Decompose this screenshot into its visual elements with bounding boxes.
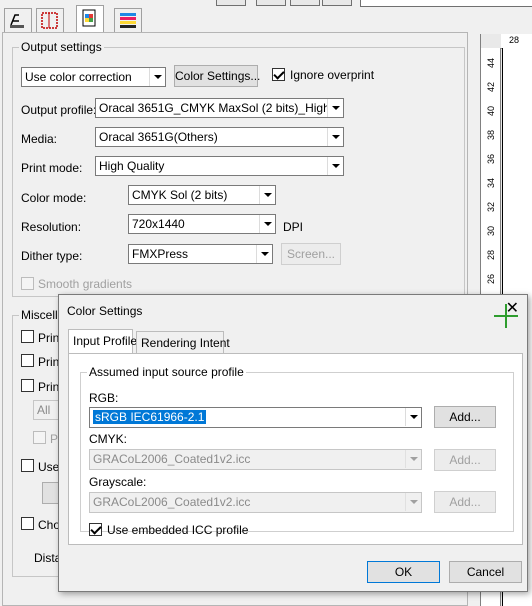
misc-print-checkbox-2[interactable] bbox=[21, 354, 34, 367]
top-right-field bbox=[360, 0, 532, 7]
ruler-label: 44 bbox=[486, 58, 496, 69]
color-management-icon bbox=[82, 9, 96, 27]
toolbar-button-3[interactable] bbox=[290, 0, 320, 6]
tab-rendering-intent[interactable]: Rendering Intent bbox=[136, 331, 230, 353]
print-mode-select[interactable]: High Quality bbox=[95, 156, 344, 176]
resolution-unit: DPI bbox=[283, 220, 304, 234]
ruler-label: 30 bbox=[486, 226, 496, 237]
smooth-gradients-label: Smooth gradients bbox=[38, 277, 133, 291]
cmyk-profile-select[interactable]: GRACoL2006_Coated1v2.icc bbox=[89, 449, 422, 470]
misc-use-checkbox[interactable] bbox=[21, 459, 34, 472]
cmyk-add-button[interactable]: Add... bbox=[434, 449, 496, 471]
misc-p-label: P bbox=[50, 432, 59, 446]
cmyk-label: CMYK: bbox=[89, 432, 128, 446]
printer-settings-icon bbox=[10, 14, 24, 28]
misc-p-checkbox[interactable] bbox=[33, 431, 46, 444]
screen-button[interactable]: Screen... bbox=[281, 243, 341, 265]
toolbar-button-2[interactable] bbox=[256, 0, 286, 6]
move-cursor-icon bbox=[494, 304, 518, 328]
ruler-label: 40 bbox=[486, 106, 496, 117]
color-correction-value: Use color correction bbox=[25, 70, 132, 84]
rgb-add-button[interactable]: Add... bbox=[434, 406, 496, 428]
output-profile-label: Output profile: bbox=[21, 103, 97, 117]
layout-grid-icon bbox=[41, 12, 58, 29]
chevron-down-icon bbox=[327, 157, 343, 175]
grayscale-add-button[interactable]: Add... bbox=[434, 491, 496, 513]
chevron-down-icon bbox=[149, 68, 165, 86]
input-profile-page: Assumed input source profile RGB: sRGB I… bbox=[68, 353, 523, 545]
misc-chol-checkbox[interactable] bbox=[21, 517, 34, 530]
chevron-down-icon bbox=[327, 99, 343, 117]
grayscale-profile-select[interactable]: GRACoL2006_Coated1v2.icc bbox=[89, 492, 422, 513]
resolution-value: 720x1440 bbox=[132, 217, 185, 231]
dialog-title: Color Settings bbox=[67, 304, 143, 318]
output-profile-select[interactable]: Oracal 3651G_CMYK MaxSol (2 bits)_High Q… bbox=[95, 98, 344, 118]
dither-type-value: FMXPress bbox=[132, 247, 189, 261]
chevron-down-icon bbox=[259, 215, 275, 233]
dither-type-label: Dither type: bbox=[21, 249, 83, 263]
toolbar-button-1[interactable] bbox=[216, 0, 246, 6]
tab-printer-settings[interactable] bbox=[4, 8, 32, 32]
ruler-label: 36 bbox=[486, 154, 496, 165]
chevron-down-icon bbox=[256, 245, 272, 263]
use-embedded-icc-checkbox[interactable] bbox=[89, 523, 102, 536]
use-embedded-icc-label: Use embedded ICC profile bbox=[107, 523, 249, 537]
top-ruler-label: 28 bbox=[509, 35, 520, 45]
rgb-profile-select[interactable]: sRGB IEC61966-2.1 bbox=[89, 407, 422, 428]
resolution-label: Resolution: bbox=[21, 220, 82, 234]
ruler-label: 26 bbox=[486, 274, 496, 285]
tab-color-management[interactable] bbox=[76, 5, 104, 33]
color-mode-value: CMYK Sol (2 bits) bbox=[132, 188, 228, 202]
media-label: Media: bbox=[21, 132, 58, 146]
smooth-gradients-checkbox[interactable] bbox=[21, 277, 34, 290]
tab-input-profile[interactable]: Input Profile bbox=[68, 329, 137, 353]
ruler-label: 32 bbox=[486, 202, 496, 213]
ruler-label: 28 bbox=[486, 250, 496, 261]
misc-use-label: Use bbox=[38, 460, 60, 474]
rgb-label: RGB: bbox=[89, 391, 119, 405]
print-mode-value: High Quality bbox=[99, 159, 165, 173]
output-profile-value: Oracal 3651G_CMYK MaxSol (2 bits)_High Q… bbox=[99, 101, 344, 115]
ignore-overprint-checkbox[interactable] bbox=[272, 68, 285, 81]
color-settings-button[interactable]: Color Settings... bbox=[174, 65, 260, 87]
output-settings-title: Output settings bbox=[19, 40, 104, 54]
toolbar-strip bbox=[0, 0, 532, 34]
misc-print-checkbox-1[interactable] bbox=[21, 330, 34, 343]
chevron-down-icon bbox=[405, 450, 421, 468]
grayscale-label: Grayscale: bbox=[89, 475, 147, 489]
color-settings-dialog: Color Settings ✕ Input Profile Rendering… bbox=[58, 294, 528, 592]
color-mode-select[interactable]: CMYK Sol (2 bits) bbox=[128, 185, 276, 205]
misc-print-checkbox-3[interactable] bbox=[21, 379, 34, 392]
media-select[interactable]: Oracal 3651G(Others) bbox=[95, 127, 344, 147]
ruler-label: 34 bbox=[486, 178, 496, 189]
grayscale-profile-value: GRACoL2006_Coated1v2.icc bbox=[93, 495, 251, 509]
input-source-group-title: Assumed input source profile bbox=[87, 365, 246, 379]
media-value: Oracal 3651G(Others) bbox=[99, 130, 218, 144]
chevron-down-icon bbox=[259, 186, 275, 204]
tab-color-bars[interactable] bbox=[114, 8, 142, 32]
chevron-down-icon bbox=[405, 408, 421, 426]
cancel-button[interactable]: Cancel bbox=[449, 561, 522, 583]
ok-button[interactable]: OK bbox=[367, 561, 440, 583]
misc-all-value: All bbox=[37, 403, 51, 417]
ruler-label: 42 bbox=[486, 82, 496, 93]
resolution-select[interactable]: 720x1440 bbox=[128, 214, 276, 234]
color-mode-label: Color mode: bbox=[21, 191, 87, 205]
color-correction-select[interactable]: Use color correction bbox=[21, 67, 166, 87]
rgb-profile-value: sRGB IEC61966-2.1 bbox=[93, 410, 207, 424]
cmyk-profile-value: GRACoL2006_Coated1v2.icc bbox=[93, 452, 251, 466]
tab-layout[interactable] bbox=[36, 8, 64, 32]
color-bars-icon bbox=[120, 13, 136, 28]
toolbar-button-4[interactable] bbox=[322, 0, 352, 6]
top-ruler: 28 bbox=[501, 34, 532, 49]
print-mode-label: Print mode: bbox=[21, 161, 83, 175]
dither-type-select[interactable]: FMXPress bbox=[128, 244, 273, 264]
chevron-down-icon bbox=[405, 493, 421, 511]
ignore-overprint-label: Ignore overprint bbox=[290, 68, 375, 82]
ruler-label: 38 bbox=[486, 130, 496, 141]
chevron-down-icon bbox=[327, 128, 343, 146]
